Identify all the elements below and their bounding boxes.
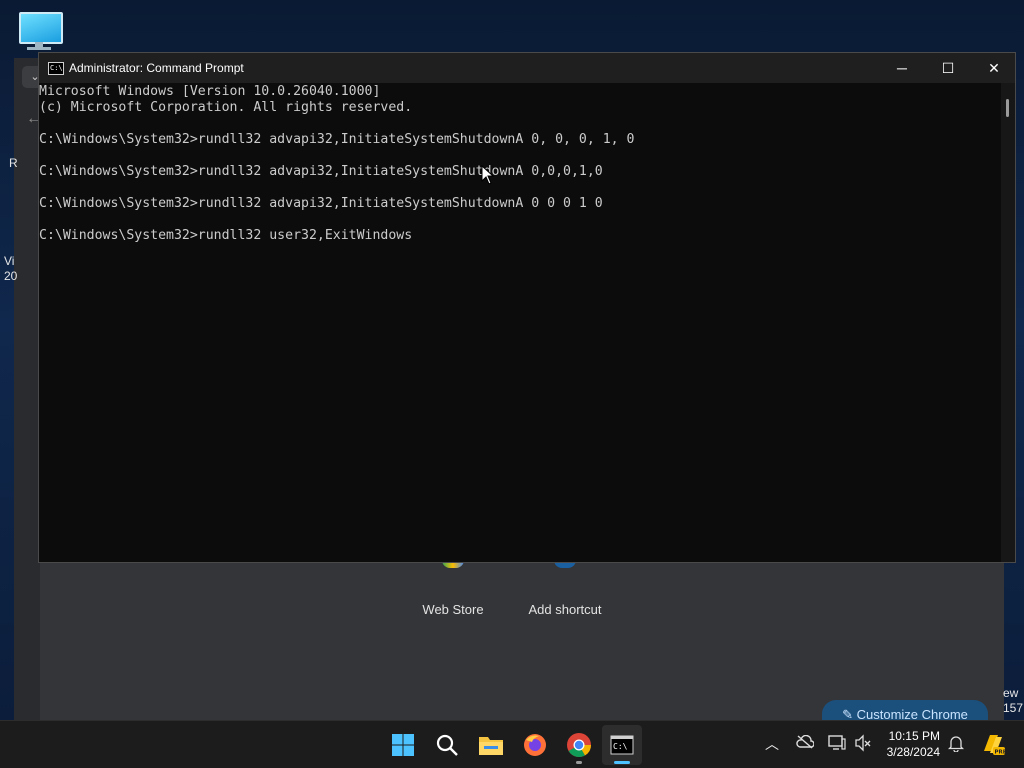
maximize-button[interactable]: ☐ (925, 53, 971, 83)
shortcut-label: Web Store (422, 602, 484, 617)
console-output[interactable]: Microsoft Windows [Version 10.0.26040.10… (39, 83, 999, 563)
onedrive-icon[interactable] (796, 734, 815, 752)
volume-icon[interactable] (854, 734, 872, 755)
cmd-active-indicator (614, 761, 630, 764)
notification-icon[interactable] (947, 734, 965, 755)
chrome-partial-text: ew 157 (1003, 686, 1024, 715)
close-button[interactable]: ✕ (971, 53, 1017, 83)
command-prompt-window[interactable]: C:\ Administrator: Command Prompt ─ ☐ ✕ … (38, 52, 1016, 563)
clock-time: 10:15 PM (888, 729, 940, 743)
copilot-icon[interactable]: PRE (980, 731, 1007, 760)
mouse-cursor-icon (481, 165, 495, 185)
window-title: Administrator: Command Prompt (69, 61, 244, 75)
clock[interactable]: 10:15 PM 3/28/2024 (880, 728, 940, 760)
shortcut-web-store[interactable]: Web Store (393, 556, 513, 617)
chrome-icon[interactable] (564, 730, 594, 760)
title-bar[interactable]: C:\ Administrator: Command Prompt ─ ☐ ✕ (39, 53, 1015, 83)
minimize-button[interactable]: ─ (879, 53, 925, 83)
clock-date: 3/28/2024 (886, 745, 940, 759)
network-icon[interactable] (828, 734, 846, 755)
command-prompt-taskbar-button[interactable]: C:\ (602, 725, 642, 765)
chrome-running-indicator (576, 761, 582, 764)
search-icon[interactable] (432, 730, 462, 760)
file-explorer-icon[interactable] (476, 730, 506, 760)
console-text: Microsoft Windows [Version 10.0.26040.10… (39, 84, 635, 243)
vertical-scrollbar[interactable] (1001, 83, 1015, 562)
taskbar: C:\ ︿ 10:15 PM 3/28/2024 PRE (0, 720, 1024, 768)
start-icon[interactable] (388, 730, 418, 760)
chevron-up-icon[interactable]: ︿ (765, 734, 779, 754)
svg-text:PRE: PRE (995, 750, 1007, 756)
shortcut-add[interactable]: Add shortcut (505, 556, 625, 617)
scrollbar-thumb[interactable] (1006, 99, 1009, 117)
chrome-partial-text: R (9, 156, 18, 170)
shortcut-label: Add shortcut (528, 602, 602, 617)
firefox-icon[interactable] (520, 730, 550, 760)
chrome-partial-text: Vi 20 (4, 254, 18, 283)
command-prompt-icon: C:\ (610, 735, 634, 755)
svg-text:C:\: C:\ (613, 742, 628, 751)
command-prompt-icon: C:\ (48, 62, 64, 75)
this-pc-icon[interactable] (16, 10, 63, 50)
